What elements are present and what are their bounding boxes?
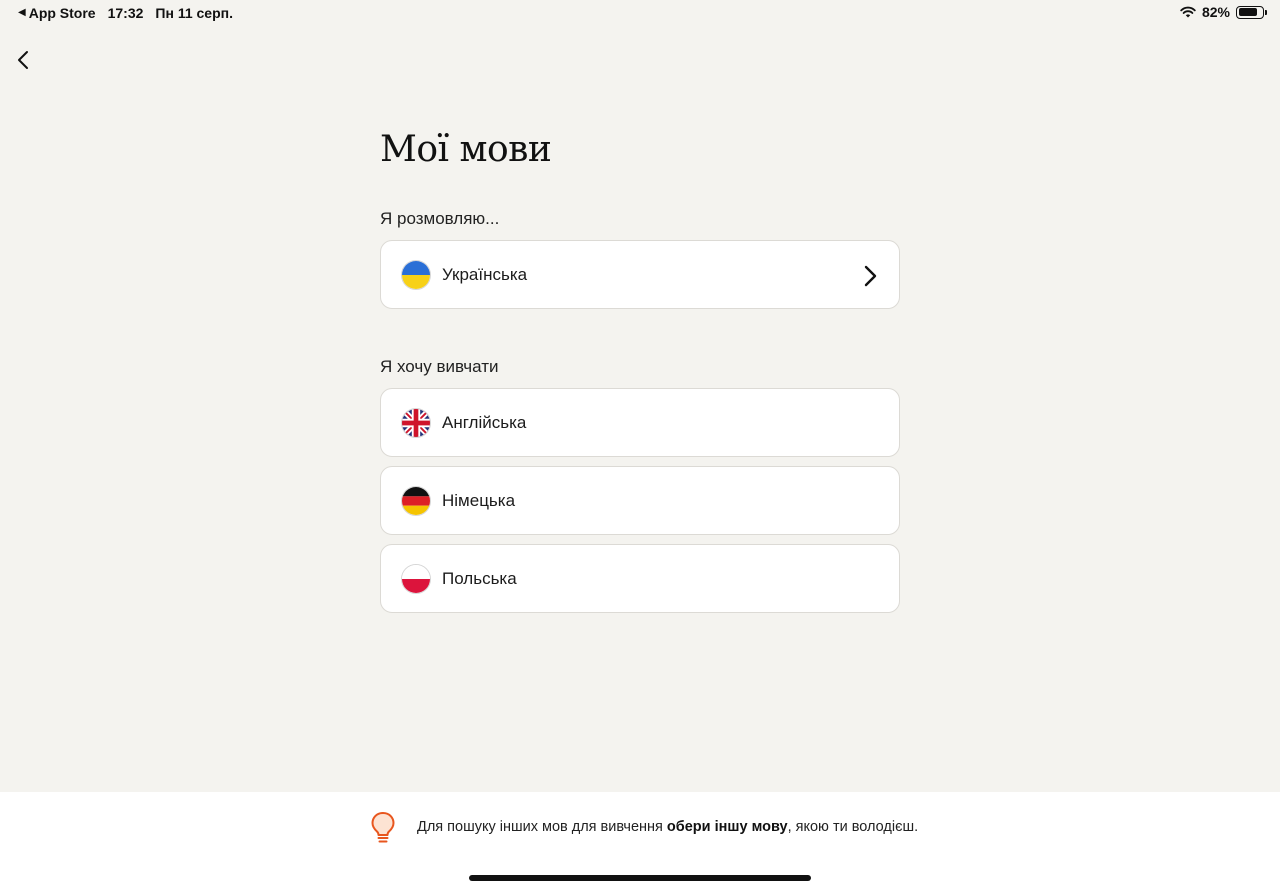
- status-time: 17:32: [107, 5, 144, 21]
- page-title: Мої мови: [380, 129, 552, 170]
- main-content: Мої мови Я розмовляю... Українська Я хоч…: [380, 120, 900, 613]
- native-language-name: Українська: [442, 264, 528, 284]
- back-app-label: App Store: [28, 5, 96, 21]
- native-language-card[interactable]: Українська: [380, 240, 900, 309]
- germany-flag-icon: [401, 485, 431, 516]
- home-indicator[interactable]: [469, 875, 811, 881]
- back-chevron-icon[interactable]: [12, 48, 36, 72]
- my-languages-screen: ◀ App Store 17:32 Пн 11 серп. 82% Мої мо…: [0, 0, 1280, 889]
- tip-text-bold: обери іншу мову: [666, 819, 788, 835]
- footer-tip-bar: Для пошуку інших мов для вивчення обери …: [0, 792, 1280, 889]
- status-date: Пн 11 серп.: [155, 5, 233, 21]
- poland-flag-icon: [401, 563, 431, 594]
- learn-language-name: Англійська: [442, 412, 527, 432]
- chevron-right-icon: [864, 265, 877, 287]
- tip-text-after: , якою ти володієш.: [787, 819, 919, 835]
- learn-language-list: Англійська Німецька Польська: [380, 388, 900, 613]
- tip: Для пошуку інших мов для вивчення обери …: [368, 810, 918, 844]
- tip-text: Для пошуку інших мов для вивчення обери …: [417, 819, 918, 835]
- learn-language-name: Німецька: [442, 490, 516, 510]
- battery-percent: 82%: [1201, 4, 1230, 20]
- learn-language-card-polish[interactable]: Польська: [380, 544, 900, 613]
- learn-language-name: Польська: [442, 568, 517, 588]
- learn-language-card-english[interactable]: Англійська: [380, 388, 900, 457]
- wifi-icon: [1180, 6, 1196, 18]
- learn-language-card-german[interactable]: Німецька: [380, 466, 900, 535]
- learn-section-label: Я хочу вивчати: [380, 357, 499, 376]
- back-to-app-store-button[interactable]: ◀ App Store: [18, 5, 96, 21]
- battery-icon: [1236, 5, 1267, 19]
- status-right: 82%: [1180, 4, 1267, 20]
- tip-text-before: Для пошуку інших мов для вивчення: [417, 819, 667, 835]
- ukraine-flag-icon: [401, 259, 431, 290]
- status-bar: ◀ App Store 17:32 Пн 11 серп. 82%: [0, 0, 1280, 26]
- status-left: ◀ App Store 17:32 Пн 11 серп.: [18, 5, 233, 21]
- lightbulb-icon: [371, 812, 395, 843]
- uk-flag-icon: [401, 407, 431, 438]
- battery-level: [1238, 8, 1258, 16]
- speak-section-label: Я розмовляю...: [380, 209, 500, 228]
- back-triangle-icon: ◀: [18, 7, 26, 18]
